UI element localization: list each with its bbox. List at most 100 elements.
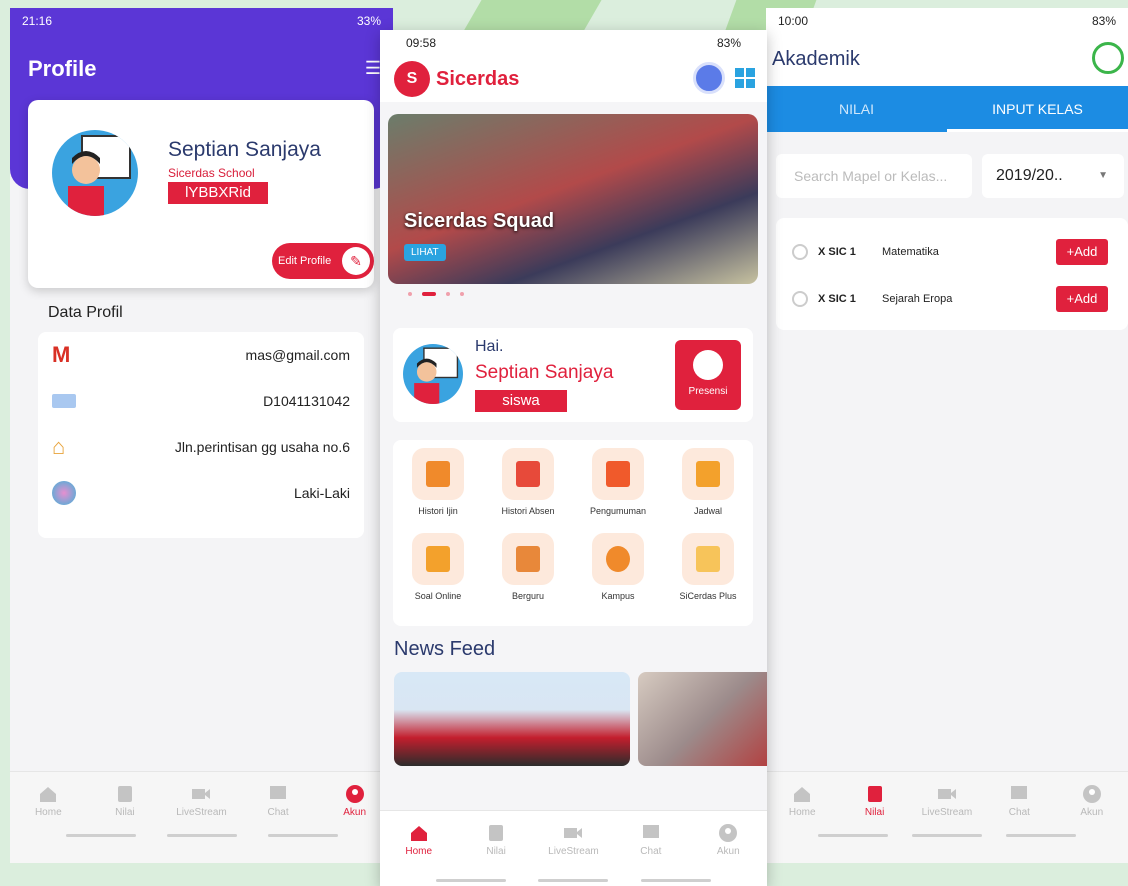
status-battery: 83% <box>716 36 741 50</box>
nav-label: Akun <box>1080 807 1104 818</box>
add-button[interactable]: +Add <box>1056 285 1108 312</box>
nav-chat[interactable]: Chat <box>621 823 681 857</box>
dropdown-icon: ▼ <box>1098 170 1108 181</box>
radio-button[interactable] <box>792 290 808 307</box>
bell-icon[interactable] <box>693 62 725 94</box>
app-header: S Sicerdas <box>380 56 767 102</box>
home-icon <box>794 787 811 802</box>
nav-label: Nilai <box>864 807 885 818</box>
nav-akun[interactable]: Akun <box>325 784 385 818</box>
gesture-bar <box>10 834 393 837</box>
menu-histori-ijin[interactable]: Histori Ijin <box>393 448 483 533</box>
pencil-icon <box>412 533 464 585</box>
nav-chat[interactable]: Chat <box>989 784 1049 818</box>
menu-pengumuman[interactable]: Pengumuman <box>573 448 663 533</box>
video-icon <box>192 789 211 799</box>
year-select[interactable]: 2019/20.. ▼ <box>982 154 1124 198</box>
status-time: 10:00 <box>778 14 809 28</box>
gesture-bar <box>766 834 1128 837</box>
menu-soal-online[interactable]: Soal Online <box>393 533 483 618</box>
nav-nilai[interactable]: Nilai <box>845 784 905 818</box>
nav-label: Akun <box>716 846 740 857</box>
home-icon <box>40 787 57 802</box>
data-profil-card: M mas@gmail.com D1041131042 ⌂ Jln.perint… <box>38 332 364 538</box>
calendar-icon <box>502 448 554 500</box>
id-card-icon <box>52 394 76 408</box>
tab-nilai[interactable]: NILAI <box>766 86 947 132</box>
nav-nilai[interactable]: Nilai <box>466 823 526 857</box>
menu-histori-absen[interactable]: Histori Absen <box>483 448 573 533</box>
greeting-text: Hai. <box>475 338 504 355</box>
presensi-button[interactable]: Presensi <box>675 340 741 410</box>
list-icon <box>117 786 132 802</box>
news-feed-title: News Feed <box>394 638 496 660</box>
app-title: Sicerdas <box>436 67 520 90</box>
year-value: 2019/20.. <box>996 167 1063 184</box>
news-card[interactable] <box>394 672 630 766</box>
menu-jadwal[interactable]: Jadwal <box>663 448 753 533</box>
search-input[interactable]: Search Mapel or Kelas... <box>776 154 972 198</box>
nav-label: Home <box>405 846 433 857</box>
nav-label: Home <box>34 807 62 818</box>
user-icon <box>719 824 738 842</box>
email-row: M mas@gmail.com <box>38 332 364 378</box>
id-row: D1041131042 <box>38 378 364 424</box>
nav-label: Home <box>788 807 816 818</box>
menu-icon[interactable]: ☰ <box>365 58 381 79</box>
nav-label: Nilai <box>115 807 135 818</box>
nav-nilai[interactable]: Nilai <box>95 784 155 818</box>
menu-label: Histori Ijin <box>418 506 458 516</box>
gender-value: Laki-Laki <box>293 485 350 501</box>
nav-home[interactable]: Home <box>389 823 449 857</box>
gender-row: Laki-Laki <box>38 470 364 516</box>
id-value: D1041131042 <box>263 393 350 409</box>
nav-livestream[interactable]: LiveStream <box>543 823 603 857</box>
home-icon <box>410 826 427 841</box>
add-button[interactable]: +Add <box>1056 238 1108 265</box>
page-title: Akademik <box>772 48 860 70</box>
avatar <box>52 130 138 216</box>
radio-button[interactable] <box>792 243 808 260</box>
menu-grid: Histori Ijin Histori Absen Pengumuman Ja… <box>393 440 753 626</box>
menu-label: Jadwal <box>693 506 722 516</box>
nav-home[interactable]: Home <box>772 784 832 818</box>
chat-icon <box>642 825 659 838</box>
bottom-nav: Home Nilai LiveStream Chat Akun <box>10 771 393 863</box>
nav-akun[interactable]: Akun <box>698 823 758 857</box>
list-item: X SIC 1 Sejarah Eropa +Add <box>776 275 1128 322</box>
banner-lihat-button[interactable]: LIHAT <box>404 244 446 261</box>
address-value: Jln.perintisan gg usaha no.6 <box>174 439 350 455</box>
nav-livestream[interactable]: LiveStream <box>171 784 231 818</box>
megaphone-icon <box>592 448 644 500</box>
nav-label: Chat <box>267 807 289 818</box>
news-card[interactable] <box>638 672 767 766</box>
menu-label: Soal Online <box>414 591 462 601</box>
edit-profile-label: Edit Profile <box>278 255 332 267</box>
banner-carousel[interactable]: Sicerdas Squad LIHAT <box>388 114 758 284</box>
tab-input-kelas[interactable]: INPUT KELAS <box>947 86 1128 132</box>
list-item: X SIC 1 Matematika +Add <box>776 228 1128 275</box>
nav-label: LiveStream <box>921 807 973 818</box>
nav-akun[interactable]: Akun <box>1062 784 1122 818</box>
phone-icon <box>682 533 734 585</box>
edit-profile-button[interactable]: Edit Profile ✎ <box>272 243 374 279</box>
gender-icon <box>52 481 76 505</box>
grid-icon[interactable] <box>735 68 755 88</box>
menu-kampus[interactable]: Kampus <box>573 533 663 618</box>
nav-livestream[interactable]: LiveStream <box>917 784 977 818</box>
nav-chat[interactable]: Chat <box>248 784 308 818</box>
menu-label: Histori Absen <box>501 506 555 516</box>
status-bar: 21:16 33% <box>10 8 393 34</box>
mapel-label: Sejarah Eropa <box>882 292 953 305</box>
menu-label: Pengumuman <box>589 506 647 516</box>
menu-sicerdas-plus[interactable]: SiCerdas Plus <box>663 533 753 618</box>
sync-icon[interactable] <box>1092 42 1124 74</box>
nav-home[interactable]: Home <box>18 784 78 818</box>
envelope-icon <box>412 448 464 500</box>
carousel-dots <box>408 292 464 296</box>
menu-berguru[interactable]: Berguru <box>483 533 573 618</box>
books-icon <box>682 448 734 500</box>
pencil-icon: ✎ <box>342 247 370 275</box>
kelas-label: X SIC 1 <box>818 245 856 258</box>
kelas-label: X SIC 1 <box>818 292 856 305</box>
